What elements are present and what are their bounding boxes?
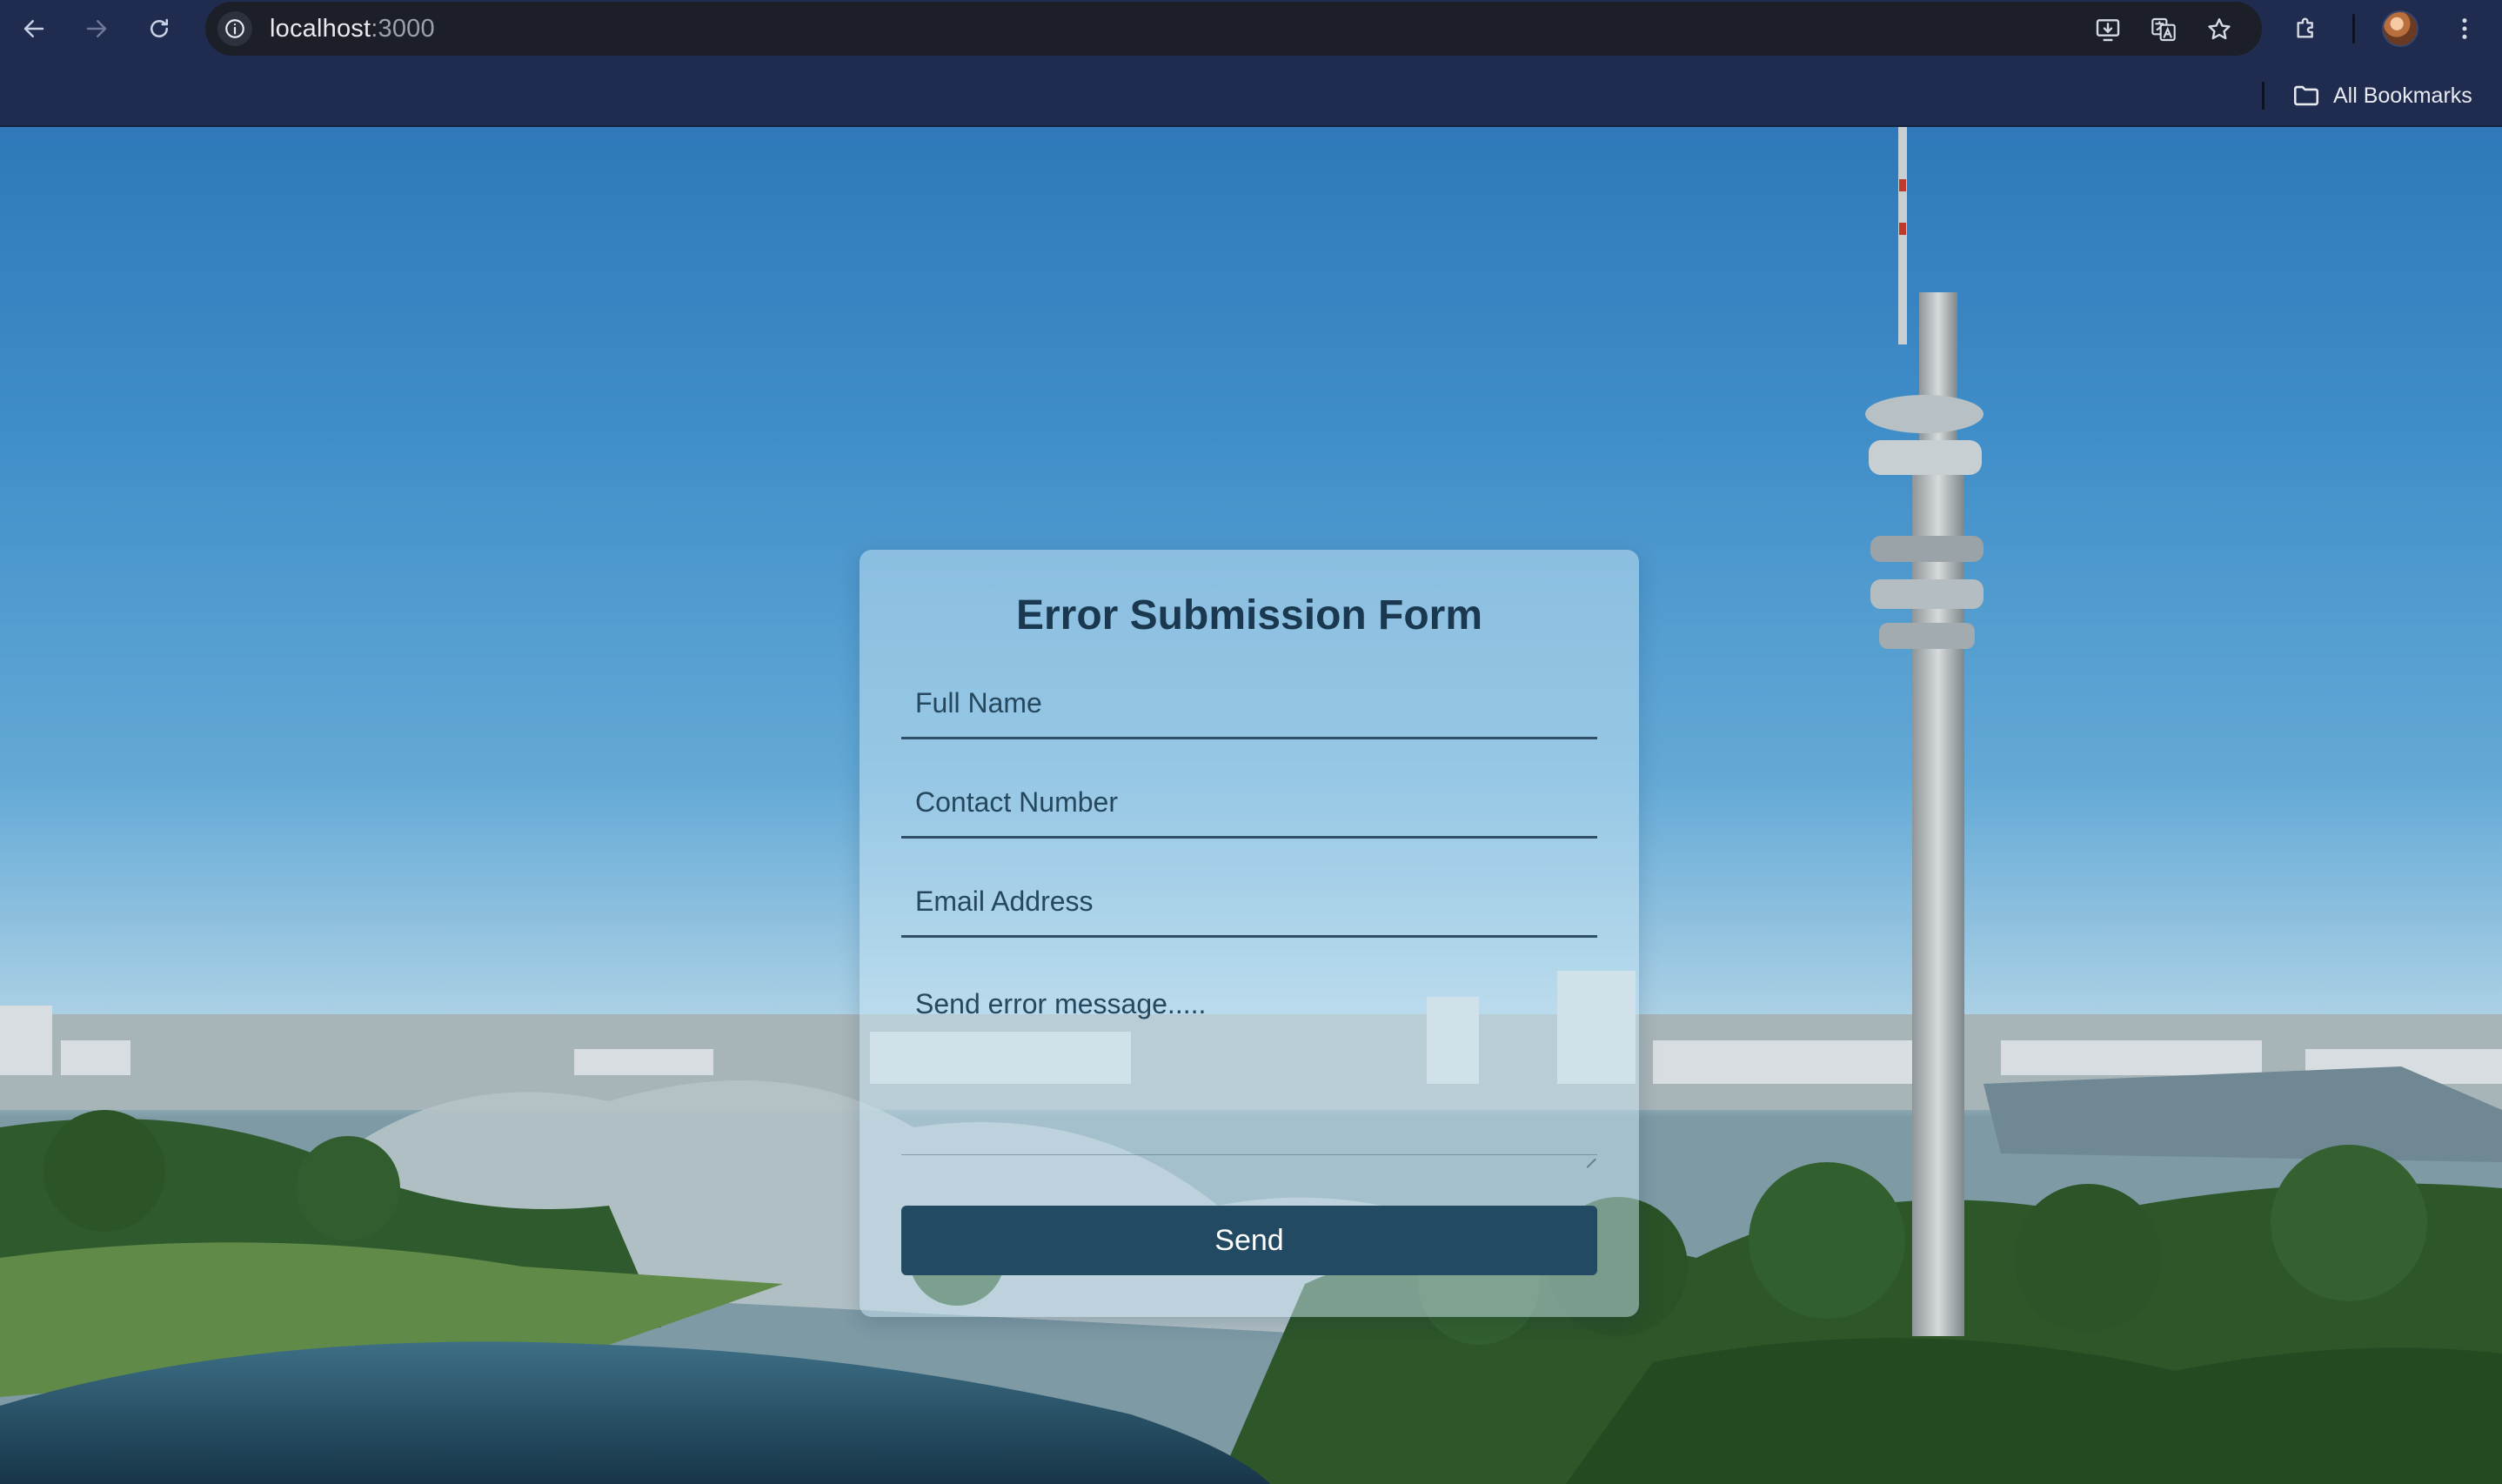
contact-number-input[interactable]	[901, 769, 1597, 839]
puzzle-icon	[2297, 17, 2313, 38]
bookmark-star-button[interactable]	[2203, 13, 2236, 46]
send-button[interactable]: Send	[901, 1206, 1597, 1275]
url-port: :3000	[371, 15, 435, 43]
reload-button[interactable]	[141, 10, 177, 47]
page-viewport: Error Submission Form Send	[0, 127, 2502, 1484]
translate-button[interactable]	[2147, 13, 2180, 46]
url-text[interactable]: localhost:3000	[270, 16, 435, 42]
browser-menu-button[interactable]	[2446, 10, 2483, 47]
install-app-button[interactable]	[2091, 13, 2124, 46]
arrow-right-icon	[86, 20, 107, 37]
install-app-icon	[2096, 19, 2120, 42]
address-bar[interactable]: localhost:3000	[205, 2, 2262, 56]
star-icon	[2208, 18, 2231, 40]
profile-avatar[interactable]	[2382, 10, 2418, 47]
email-address-input[interactable]	[901, 868, 1597, 938]
error-submission-card: Error Submission Form Send	[860, 550, 1639, 1317]
forward-button[interactable]	[78, 10, 115, 47]
bookmarks-separator	[2262, 82, 2265, 110]
all-bookmarks-label: All Bookmarks	[2333, 83, 2472, 108]
toolbar-separator	[2352, 14, 2355, 43]
url-host: localhost	[270, 15, 371, 43]
site-info-button[interactable]	[217, 11, 252, 46]
reload-icon	[151, 18, 168, 37]
info-icon	[225, 19, 244, 38]
error-message-textarea[interactable]	[901, 978, 1597, 1155]
extensions-button[interactable]	[2288, 10, 2325, 47]
kebab-menu-icon	[2462, 18, 2467, 39]
all-bookmarks-button[interactable]: All Bookmarks	[2291, 78, 2472, 113]
bookmarks-bar: All Bookmarks	[0, 57, 2502, 127]
folder-icon	[2293, 85, 2319, 106]
browser-toolbar: localhost:3000	[0, 0, 2502, 57]
arrow-left-icon	[23, 20, 44, 37]
translate-icon	[2151, 17, 2176, 42]
full-name-input[interactable]	[901, 670, 1597, 739]
form-title: Error Submission Form	[1015, 592, 1483, 638]
back-button[interactable]	[16, 10, 52, 47]
